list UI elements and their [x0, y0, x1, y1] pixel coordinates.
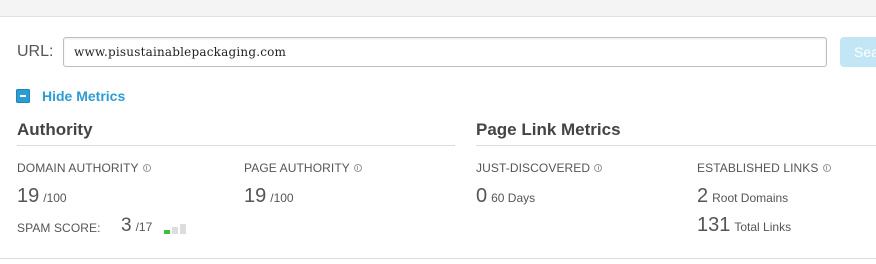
total-links-number: 131	[697, 214, 731, 236]
spam-score-label: SPAM SCORE:	[17, 221, 101, 235]
spam-score-bars	[164, 224, 186, 234]
just-discovered-value: 0 60 Days	[476, 185, 535, 208]
info-icon[interactable]	[594, 164, 603, 172]
established-links-label: ESTABLISHED LINKS	[697, 161, 831, 175]
spam-bar	[180, 224, 186, 234]
just-discovered-label: JUST-DISCOVERED	[476, 161, 603, 175]
page-link-metrics-divider	[476, 145, 876, 146]
search-button[interactable]: Search	[840, 37, 876, 67]
established-links-label-text: ESTABLISHED LINKS	[697, 161, 819, 175]
domain-authority-value: 19 /100	[17, 185, 67, 208]
just-discovered-label-text: JUST-DISCOVERED	[476, 161, 591, 175]
collapse-minus-icon[interactable]	[16, 89, 30, 103]
page-authority-suffix: /100	[270, 191, 294, 205]
page-authority-value: 19 /100	[244, 185, 294, 208]
page-authority-number: 19	[244, 185, 267, 207]
domain-authority-suffix: /100	[43, 191, 67, 205]
authority-divider	[17, 145, 455, 146]
domain-authority-label: DOMAIN AUTHORITY	[17, 161, 151, 175]
spam-bar	[172, 227, 178, 234]
bottom-divider	[0, 258, 876, 259]
root-domains-suffix: Root Domains	[712, 191, 789, 205]
domain-authority-label-text: DOMAIN AUTHORITY	[17, 161, 139, 175]
page-link-metrics-title: Page Link Metrics	[476, 120, 621, 139]
info-icon[interactable]	[353, 164, 362, 172]
hide-metrics-label[interactable]: Hide Metrics	[42, 88, 125, 104]
top-band	[0, 0, 876, 17]
url-input[interactable]	[63, 37, 827, 67]
just-discovered-suffix: 60 Days	[491, 191, 536, 205]
root-domains-number: 2	[697, 185, 709, 207]
total-links-value: 131 Total Links	[697, 214, 791, 237]
domain-authority-number: 19	[17, 185, 40, 207]
total-links-suffix: Total Links	[734, 220, 792, 234]
authority-title: Authority	[17, 120, 93, 139]
page-authority-label-text: PAGE AUTHORITY	[244, 161, 350, 175]
page-authority-label: PAGE AUTHORITY	[244, 161, 362, 175]
url-label: URL:	[17, 43, 54, 60]
spam-score-suffix: /17	[135, 220, 153, 234]
spam-bar	[164, 230, 170, 234]
spam-score-value: 3 /17	[121, 215, 152, 237]
root-domains-value: 2 Root Domains	[697, 185, 788, 208]
info-icon[interactable]	[822, 164, 831, 172]
hide-metrics-toggle[interactable]: Hide Metrics	[16, 88, 125, 104]
spam-score-number: 3	[121, 215, 132, 236]
just-discovered-number: 0	[476, 185, 488, 207]
info-icon[interactable]	[142, 164, 151, 172]
